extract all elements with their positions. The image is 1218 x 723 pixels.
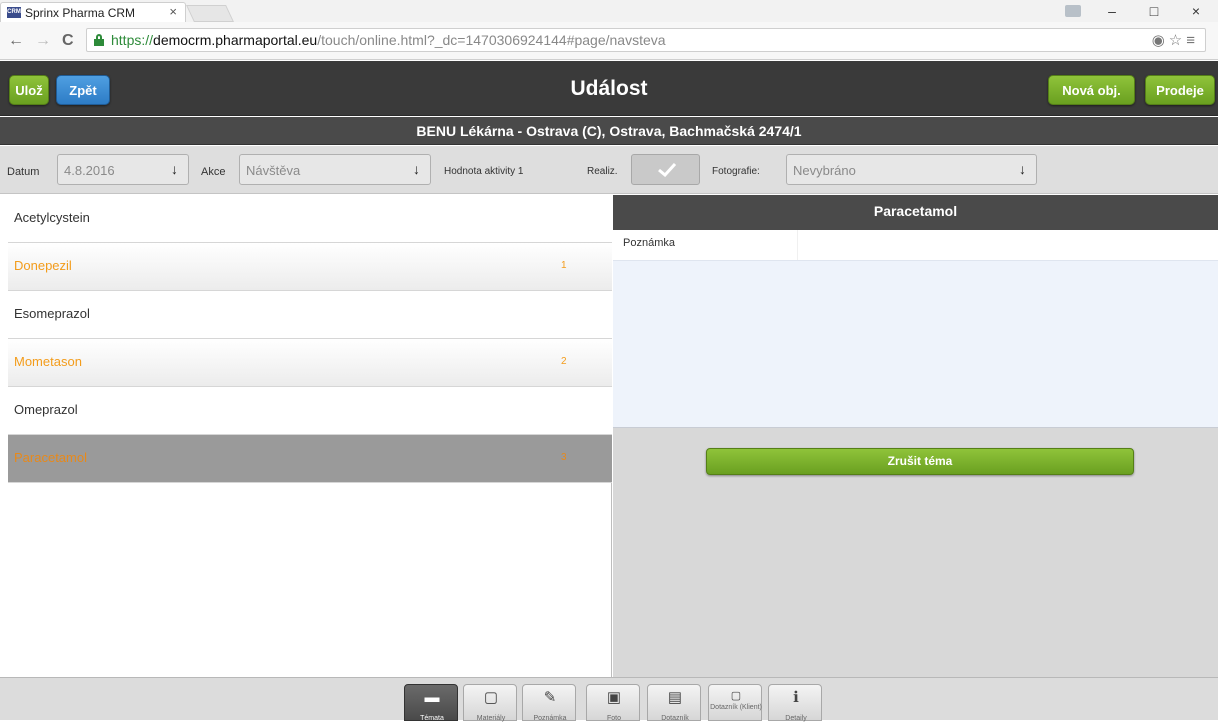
- arrow-down-icon: ↓: [171, 161, 178, 177]
- tab-topics[interactable]: ▬ Témata: [404, 684, 458, 722]
- topic-list: Acetylcystein Donepezil 1 Esomeprazol Mo…: [8, 195, 612, 677]
- tab-label: Materiály: [476, 715, 506, 722]
- browser-titlebar: CRM Sprinx Pharma CRM × – □ ×: [0, 0, 1218, 22]
- forward-arrow-icon[interactable]: →: [35, 32, 51, 50]
- browser-tab[interactable]: CRM Sprinx Pharma CRM ×: [0, 2, 186, 22]
- action-select[interactable]: Návštěva ↓: [239, 154, 431, 185]
- maximize-icon[interactable]: □: [1134, 0, 1174, 22]
- calendar-icon: ▤: [667, 689, 683, 706]
- tab-label: Poznámka: [533, 715, 567, 722]
- location-header: BENU Lékárna - Ostrava (C), Ostrava, Bac…: [0, 117, 1218, 145]
- reload-icon[interactable]: C: [62, 32, 74, 50]
- tab-questionnaire-client[interactable]: ▢ Dotazník (Klient): [708, 684, 762, 721]
- realized-toggle[interactable]: [631, 154, 700, 185]
- tab-label: Dotazník: [661, 715, 689, 722]
- topic-name: Donepezil: [14, 258, 72, 273]
- filter-bar: Datum 4.8.2016 ↓ Akce Návštěva ↓ Hodnota…: [0, 146, 1218, 194]
- tab-label: Témata: [420, 715, 444, 722]
- page-title: Událost: [570, 77, 648, 100]
- back-arrow-icon[interactable]: ←: [8, 32, 24, 50]
- topic-detail-title: Paracetamol: [613, 195, 1218, 230]
- lock-icon: [94, 34, 104, 46]
- note-textarea[interactable]: [613, 260, 1218, 428]
- action-value: Návštěva: [246, 163, 301, 178]
- photos-label: Fotografie:: [712, 166, 760, 177]
- topic-name: Esomeprazol: [14, 306, 90, 321]
- tab-photo[interactable]: ▣ Foto: [586, 684, 640, 722]
- arrow-down-icon: ↓: [413, 161, 420, 177]
- topic-count: 2: [561, 356, 567, 367]
- window-close-icon[interactable]: ×: [1176, 0, 1216, 22]
- tab-details[interactable]: ℹ Detaily: [768, 684, 822, 722]
- photo-icon: ▣: [606, 689, 622, 706]
- date-label: Datum: [7, 166, 40, 178]
- list-item[interactable]: Esomeprazol: [8, 291, 612, 339]
- activity-value-label: Hodnota aktivity 1: [444, 166, 524, 177]
- favicon-icon: CRM: [7, 7, 21, 18]
- topic-count: 3: [561, 452, 567, 463]
- list-item[interactable]: Paracetamol 3: [8, 435, 612, 483]
- app-header: Ulož Zpět Událost Nová obj. Prodeje: [0, 61, 1218, 116]
- topic-count: 1: [561, 260, 567, 271]
- photos-value: Nevybráno: [793, 163, 856, 178]
- date-select[interactable]: 4.8.2016 ↓: [57, 154, 189, 185]
- chat-icon: ▬: [424, 689, 440, 706]
- edit-icon: ✎: [543, 689, 557, 706]
- list-item[interactable]: Donepezil 1: [8, 243, 612, 291]
- note-row: Poznámka: [613, 230, 1218, 260]
- tab-close-icon[interactable]: ×: [169, 4, 177, 19]
- tab-label: Foto: [606, 715, 621, 722]
- profile-icon[interactable]: [1065, 5, 1081, 17]
- browser-menu-icons[interactable]: ◉☆≡: [1152, 31, 1199, 49]
- url-input[interactable]: https://democrm.pharmaportal.eu/touch/on…: [86, 28, 1206, 52]
- info-icon: ℹ: [793, 689, 799, 706]
- photos-select[interactable]: Nevybráno ↓: [786, 154, 1037, 185]
- sales-button[interactable]: Prodeje: [1145, 75, 1215, 105]
- tab-title: Sprinx Pharma CRM: [25, 6, 136, 20]
- tab-label: Detaily: [785, 715, 807, 722]
- topic-name: Mometason: [14, 354, 82, 369]
- topic-name: Acetylcystein: [14, 210, 90, 225]
- list-item[interactable]: Acetylcystein: [8, 195, 612, 243]
- tab-materials[interactable]: ▢ Materiály: [463, 684, 517, 722]
- new-order-button[interactable]: Nová obj.: [1048, 75, 1135, 105]
- note-label: Poznámka: [623, 237, 675, 249]
- list-item[interactable]: Mometason 2: [8, 339, 612, 387]
- date-value: 4.8.2016: [64, 163, 115, 178]
- arrow-down-icon: ↓: [1019, 161, 1026, 177]
- topic-detail-panel: Paracetamol Poznámka Zrušit téma: [613, 195, 1218, 677]
- box-icon: ▢: [483, 689, 499, 706]
- topic-name: Paracetamol: [14, 450, 87, 465]
- cancel-topic-button[interactable]: Zrušit téma: [706, 448, 1134, 475]
- tab-questionnaire[interactable]: ▤ Dotazník: [647, 684, 701, 722]
- action-label: Akce: [201, 166, 226, 178]
- note-field-header[interactable]: [797, 230, 1218, 260]
- new-tab-button[interactable]: [186, 5, 234, 22]
- tab-label: Dotazník (Klient): [710, 704, 762, 711]
- bottom-toolbar: ▬ Témata ▢ Materiály ✎ Poznámka ▣ Foto ▤…: [0, 677, 1218, 722]
- url-text: https://democrm.pharmaportal.eu/touch/on…: [111, 32, 666, 48]
- tab-note[interactable]: ✎ Poznámka: [522, 684, 576, 722]
- address-bar: ← → C https://democrm.pharmaportal.eu/to…: [0, 22, 1218, 60]
- checkmark-icon: [658, 163, 676, 177]
- topic-name: Omeprazol: [14, 402, 78, 417]
- realized-label: Realiz.: [587, 166, 618, 177]
- list-item[interactable]: Omeprazol: [8, 387, 612, 435]
- minimize-icon[interactable]: –: [1092, 0, 1132, 22]
